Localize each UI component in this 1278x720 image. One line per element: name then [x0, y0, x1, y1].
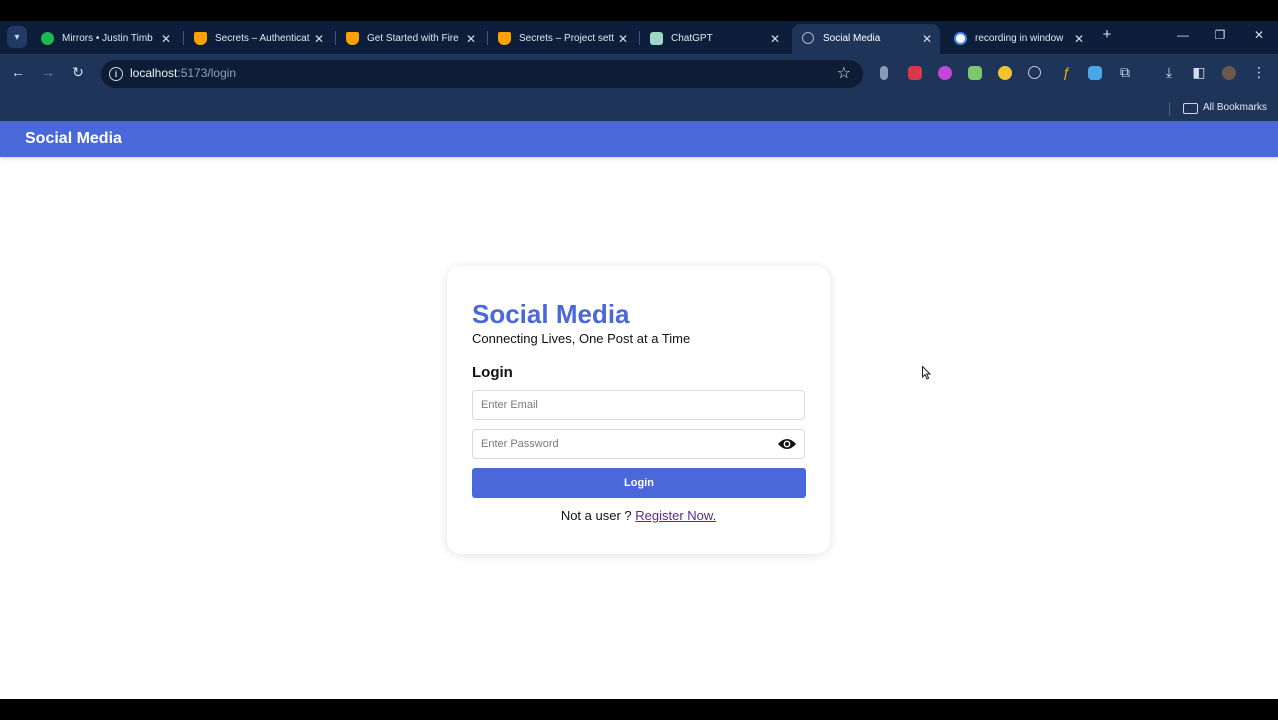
globe-icon	[802, 32, 814, 44]
web-page: Social Media Social Media Connecting Liv…	[0, 121, 1278, 699]
new-tab-button[interactable]: +	[1098, 26, 1116, 43]
forward-arrow-icon[interactable]: →	[38, 64, 58, 80]
browser-chrome: ▾ Mirrors • Justin Timb ✕ Secrets – Auth…	[0, 21, 1278, 121]
tab-title: recording in window	[975, 33, 1064, 44]
extension-icon[interactable]	[998, 66, 1012, 80]
close-icon[interactable]: ✕	[161, 24, 171, 54]
login-button[interactable]: Login	[472, 468, 806, 498]
extension-icon[interactable]	[880, 66, 888, 80]
bookmark-star-icon[interactable]: ☆	[837, 63, 851, 83]
reload-icon[interactable]: ↻	[68, 64, 88, 81]
login-heading: Login	[472, 364, 513, 381]
download-icon[interactable]: ⤓	[1160, 64, 1178, 81]
eye-icon[interactable]	[777, 437, 797, 451]
close-icon[interactable]: ✕	[314, 24, 324, 54]
extension-icon[interactable]: ƒ	[1057, 64, 1075, 80]
register-row: Not a user ? Register Now.	[447, 508, 830, 523]
close-icon[interactable]: ✕	[618, 24, 628, 54]
extension-icon[interactable]	[908, 66, 922, 80]
close-icon[interactable]: ✕	[466, 24, 476, 54]
address-bar[interactable]: i localhost:5173/login ☆	[101, 60, 863, 88]
firebase-icon	[498, 32, 511, 45]
close-icon[interactable]: ✕	[1074, 24, 1084, 54]
extension-icon[interactable]	[938, 66, 952, 80]
login-card: Social Media Connecting Lives, One Post …	[447, 266, 830, 554]
firebase-icon	[194, 32, 207, 45]
puzzle-icon[interactable]: ⧉	[1116, 64, 1134, 81]
chatgpt-icon	[650, 32, 663, 45]
google-icon	[954, 32, 967, 45]
tab-title: ChatGPT	[671, 33, 713, 44]
tab-social-media[interactable]: Social Media ✕	[792, 24, 940, 54]
address-url: localhost:5173/login	[130, 66, 236, 80]
spotify-icon	[41, 32, 54, 45]
window-close-icon[interactable]: ✕	[1248, 28, 1270, 42]
compass-icon[interactable]	[1028, 66, 1041, 79]
minimize-icon[interactable]: —	[1172, 28, 1194, 42]
tab-mirrors[interactable]: Mirrors • Justin Timb ✕	[31, 24, 179, 54]
menu-icon[interactable]: ⋮	[1250, 64, 1268, 81]
url-path: :5173/login	[177, 66, 237, 80]
tab-recording[interactable]: recording in window ✕	[944, 24, 1092, 54]
tab-title: Social Media	[823, 33, 881, 44]
site-info-icon[interactable]: i	[109, 67, 123, 81]
tab-search-button[interactable]: ▾	[7, 26, 27, 48]
tab-title: Mirrors • Justin Timb	[62, 33, 153, 44]
folder-icon[interactable]	[1183, 103, 1198, 114]
app-navbar: Social Media	[0, 121, 1278, 157]
restore-icon[interactable]: ❐	[1209, 28, 1231, 42]
side-panel-icon[interactable]: ◧	[1190, 64, 1208, 81]
all-bookmarks-label[interactable]: All Bookmarks	[1203, 102, 1267, 113]
tab-title: Get Started with Fire	[367, 33, 459, 44]
close-icon[interactable]: ✕	[770, 24, 780, 54]
bookmarks-separator	[1169, 102, 1170, 116]
firebase-icon	[346, 32, 359, 45]
browser-toolbar: ← → ↻ i localhost:5173/login ☆ ƒ ⧉ ⤓ ◧ ⋮	[0, 54, 1278, 98]
password-field[interactable]	[472, 429, 805, 459]
register-link[interactable]: Register Now.	[635, 508, 716, 523]
tab-strip: ▾ Mirrors • Justin Timb ✕ Secrets – Auth…	[0, 21, 1278, 54]
extension-icon[interactable]	[968, 66, 982, 80]
avatar[interactable]	[1222, 66, 1236, 80]
navbar-title[interactable]: Social Media	[25, 130, 122, 148]
back-arrow-icon[interactable]: ←	[8, 64, 28, 80]
brand-title: Social Media	[472, 299, 630, 329]
tab-secrets-project[interactable]: Secrets – Project sett ✕	[488, 24, 636, 54]
extension-icon[interactable]	[1088, 66, 1102, 80]
tab-get-started-firebase[interactable]: Get Started with Fire ✕	[336, 24, 484, 54]
bookmarks-bar: All Bookmarks	[0, 98, 1278, 121]
tab-title: Secrets – Authenticat	[215, 33, 310, 44]
brand-tagline: Connecting Lives, One Post at a Time	[472, 331, 691, 346]
url-host: localhost	[130, 66, 178, 80]
close-icon[interactable]: ✕	[922, 24, 932, 54]
tab-secrets-auth[interactable]: Secrets – Authenticat ✕	[184, 24, 332, 54]
register-prompt: Not a user ?	[560, 508, 632, 523]
mouse-cursor-icon	[922, 366, 931, 380]
tab-chatgpt[interactable]: ChatGPT ✕	[640, 24, 788, 54]
email-field[interactable]	[472, 390, 805, 420]
tab-title: Secrets – Project sett	[519, 33, 615, 44]
